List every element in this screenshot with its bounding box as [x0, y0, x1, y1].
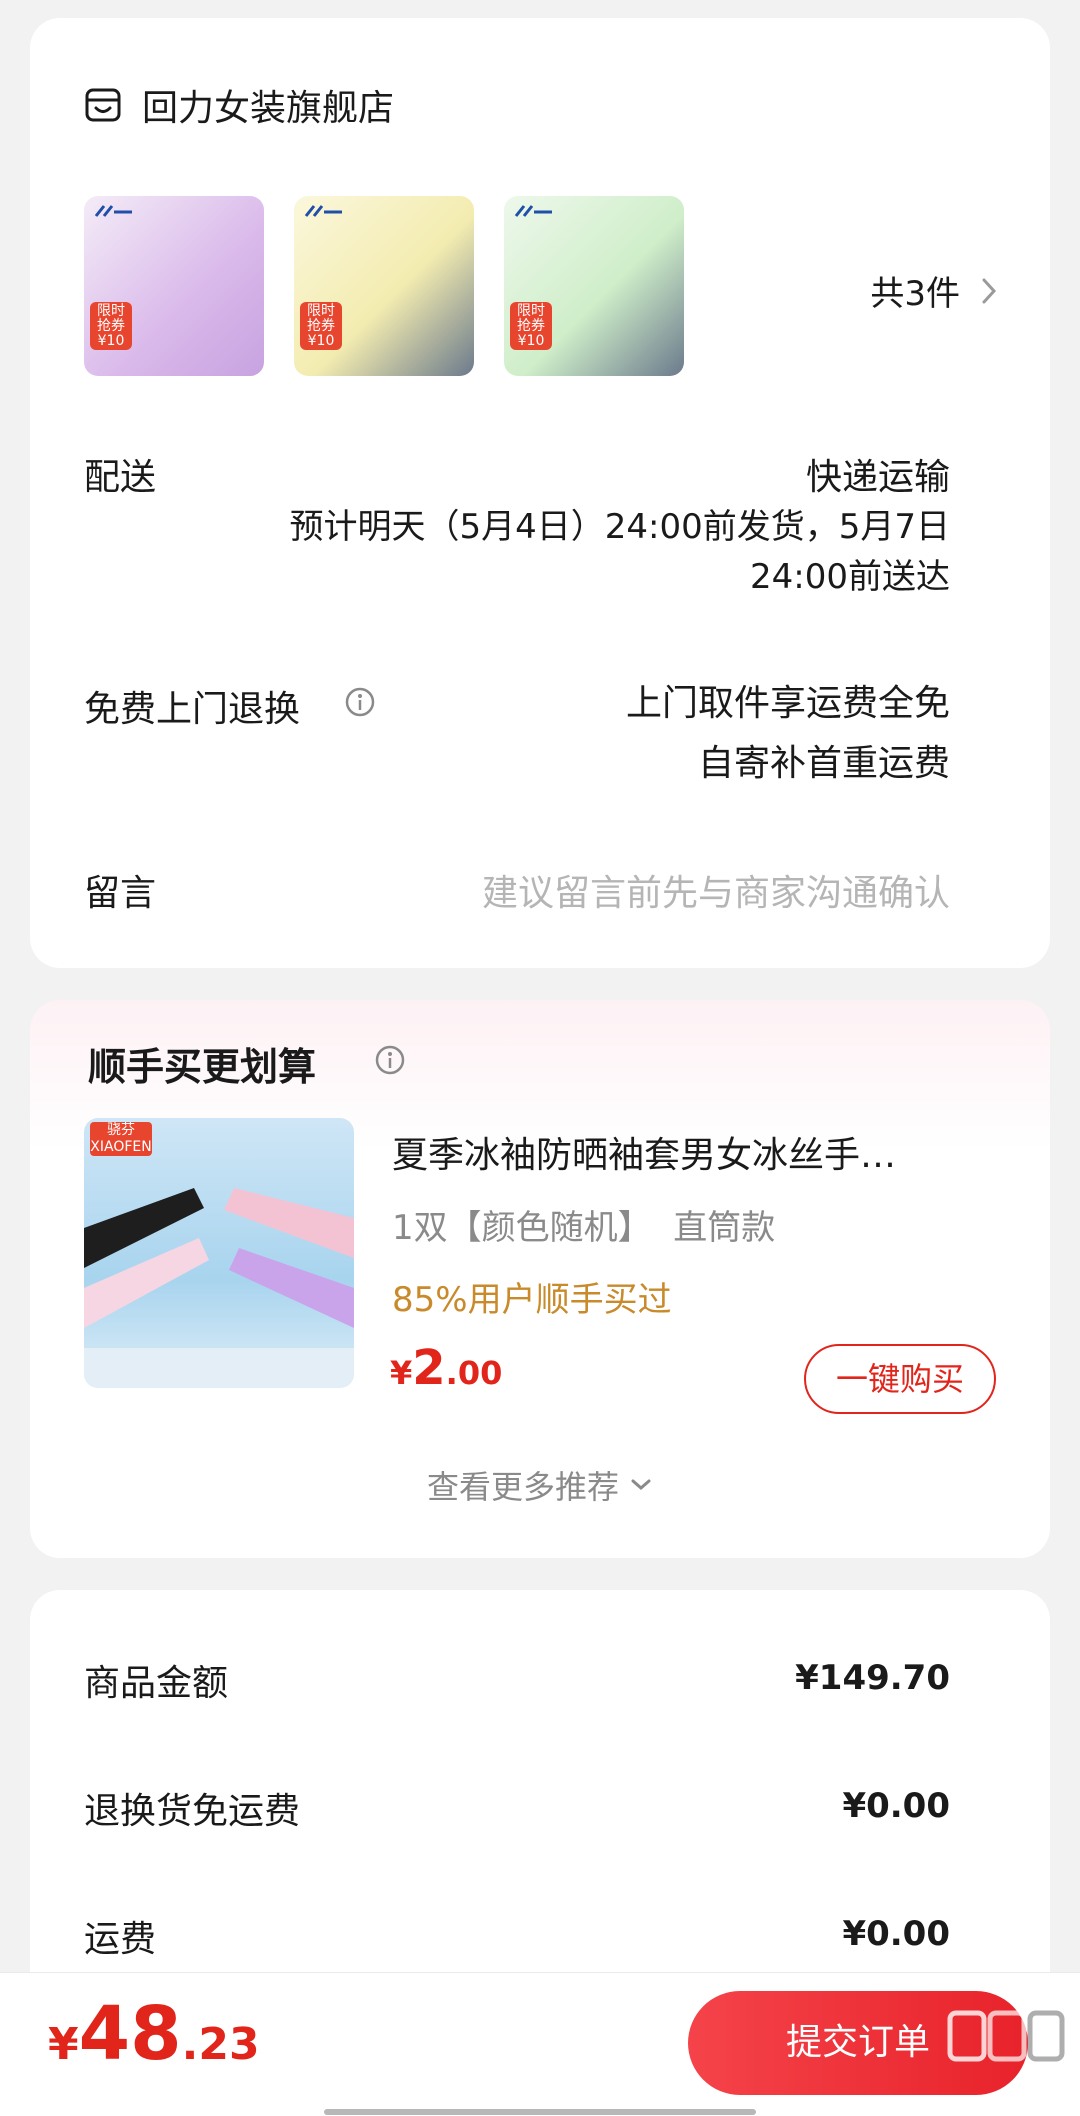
checkout-bar: ¥48.23 提交订单 — [0, 1972, 1080, 2116]
recommend-product-name[interactable]: 夏季冰袖防晒袖套男女冰丝手… — [392, 1126, 992, 1178]
one-click-buy-button[interactable]: 一键购买 — [804, 1344, 996, 1414]
total-decimal: .23 — [181, 2019, 260, 2070]
coupon-badge: 限时 抢券 ¥10 — [300, 302, 342, 350]
recommend-product-image[interactable]: 骁芬 XIAOFEN — [84, 1118, 354, 1388]
total-integer: 48 — [78, 1991, 182, 2077]
cost-label-shipping: 运费 — [84, 1919, 157, 1960]
price-decimal: .00 — [445, 1354, 503, 1392]
product-count: 共3件 — [870, 274, 960, 314]
more-recommendations-label: 查看更多推荐 — [426, 1468, 619, 1506]
recommend-popularity: 85%用户顺手买过 — [392, 1280, 672, 1320]
returns-line1: 上门取件享运费全免 — [625, 683, 950, 724]
cost-value-return-shipping: ¥0.00 — [842, 1786, 950, 1826]
brand-logo-icon — [514, 205, 552, 217]
cost-label-return-shipping: 退换货免运费 — [84, 1791, 301, 1832]
returns-info: 上门取件享运费全免 自寄补首重运费 — [626, 674, 950, 794]
product-count-link[interactable]: 共3件 — [870, 266, 1000, 315]
store-card: 回力女装旗舰店 限时 抢券 ¥10 限时 抢券 ¥10 限时 抢券 ¥10 共3… — [30, 18, 1050, 968]
store-icon — [85, 88, 121, 122]
chevron-right-icon — [982, 278, 997, 303]
home-indicator[interactable] — [324, 2109, 756, 2115]
coupon-badge: 限时 抢券 ¥10 — [510, 302, 552, 350]
total-symbol: ¥ — [48, 2019, 79, 2070]
product-thumbnail[interactable]: 限时 抢券 ¥10 — [504, 196, 684, 376]
recommend-title: 顺手买更划算 — [88, 1045, 317, 1089]
returns-label: 免费上门退换 — [84, 689, 301, 730]
more-recommendations-link[interactable]: 查看更多推荐 — [30, 1462, 1050, 1508]
recommend-product-spec: 1双【颜色随机】 直筒款 — [392, 1208, 776, 1248]
product-thumbnail[interactable]: 限时 抢券 ¥10 — [84, 196, 264, 376]
product-thumbnails[interactable]: 限时 抢券 ¥10 限时 抢券 ¥10 限时 抢券 ¥10 — [84, 196, 684, 376]
brand-logo-icon — [94, 205, 132, 217]
cost-label-goods: 商品金额 — [84, 1663, 229, 1704]
delivery-estimate-line2: 24:00前送达 — [750, 557, 950, 597]
cost-value-shipping: ¥0.00 — [842, 1914, 950, 1954]
recommend-price: ¥2.00 — [390, 1340, 502, 1396]
info-icon[interactable] — [344, 686, 376, 718]
recommend-card: 顺手买更划算 骁芬 XIAOFEN 夏季冰袖防晒袖套男女冰丝手… 1双【颜色随机… — [30, 1000, 1050, 1558]
returns-line2: 自寄补首重运费 — [697, 743, 950, 784]
product-thumbnail[interactable]: 限时 抢券 ¥10 — [294, 196, 474, 376]
cost-value-goods: ¥149.70 — [795, 1658, 950, 1698]
info-icon[interactable] — [374, 1044, 406, 1076]
chevron-down-icon — [631, 1479, 651, 1490]
delivery-estimate-line1: 预计明天（5月4日）24:00前发货，5月7日 — [289, 507, 950, 547]
delivery-estimate: 预计明天（5月4日）24:00前发货，5月7日 24:00前送达 — [289, 502, 950, 602]
delivery-label: 配送 — [84, 457, 157, 498]
brand-badge: 骁芬 XIAOFEN — [90, 1122, 152, 1156]
store-name: 回力女装旗舰店 — [142, 88, 395, 129]
message-input[interactable]: 建议留言前先与商家沟通确认 — [482, 864, 950, 916]
watermark-logo-icon — [947, 2010, 1065, 2062]
store-header[interactable]: 回力女装旗舰店 — [84, 80, 394, 130]
price-integer: 2 — [412, 1340, 446, 1396]
total-price: ¥48.23 — [48, 1991, 260, 2077]
delivery-method[interactable]: 快递运输 — [806, 448, 950, 500]
coupon-badge: 限时 抢券 ¥10 — [90, 302, 132, 350]
brand-logo-icon — [304, 205, 342, 217]
price-symbol: ¥ — [390, 1354, 413, 1392]
message-label: 留言 — [84, 873, 157, 914]
sleeve-illustration-icon — [84, 1188, 354, 1388]
